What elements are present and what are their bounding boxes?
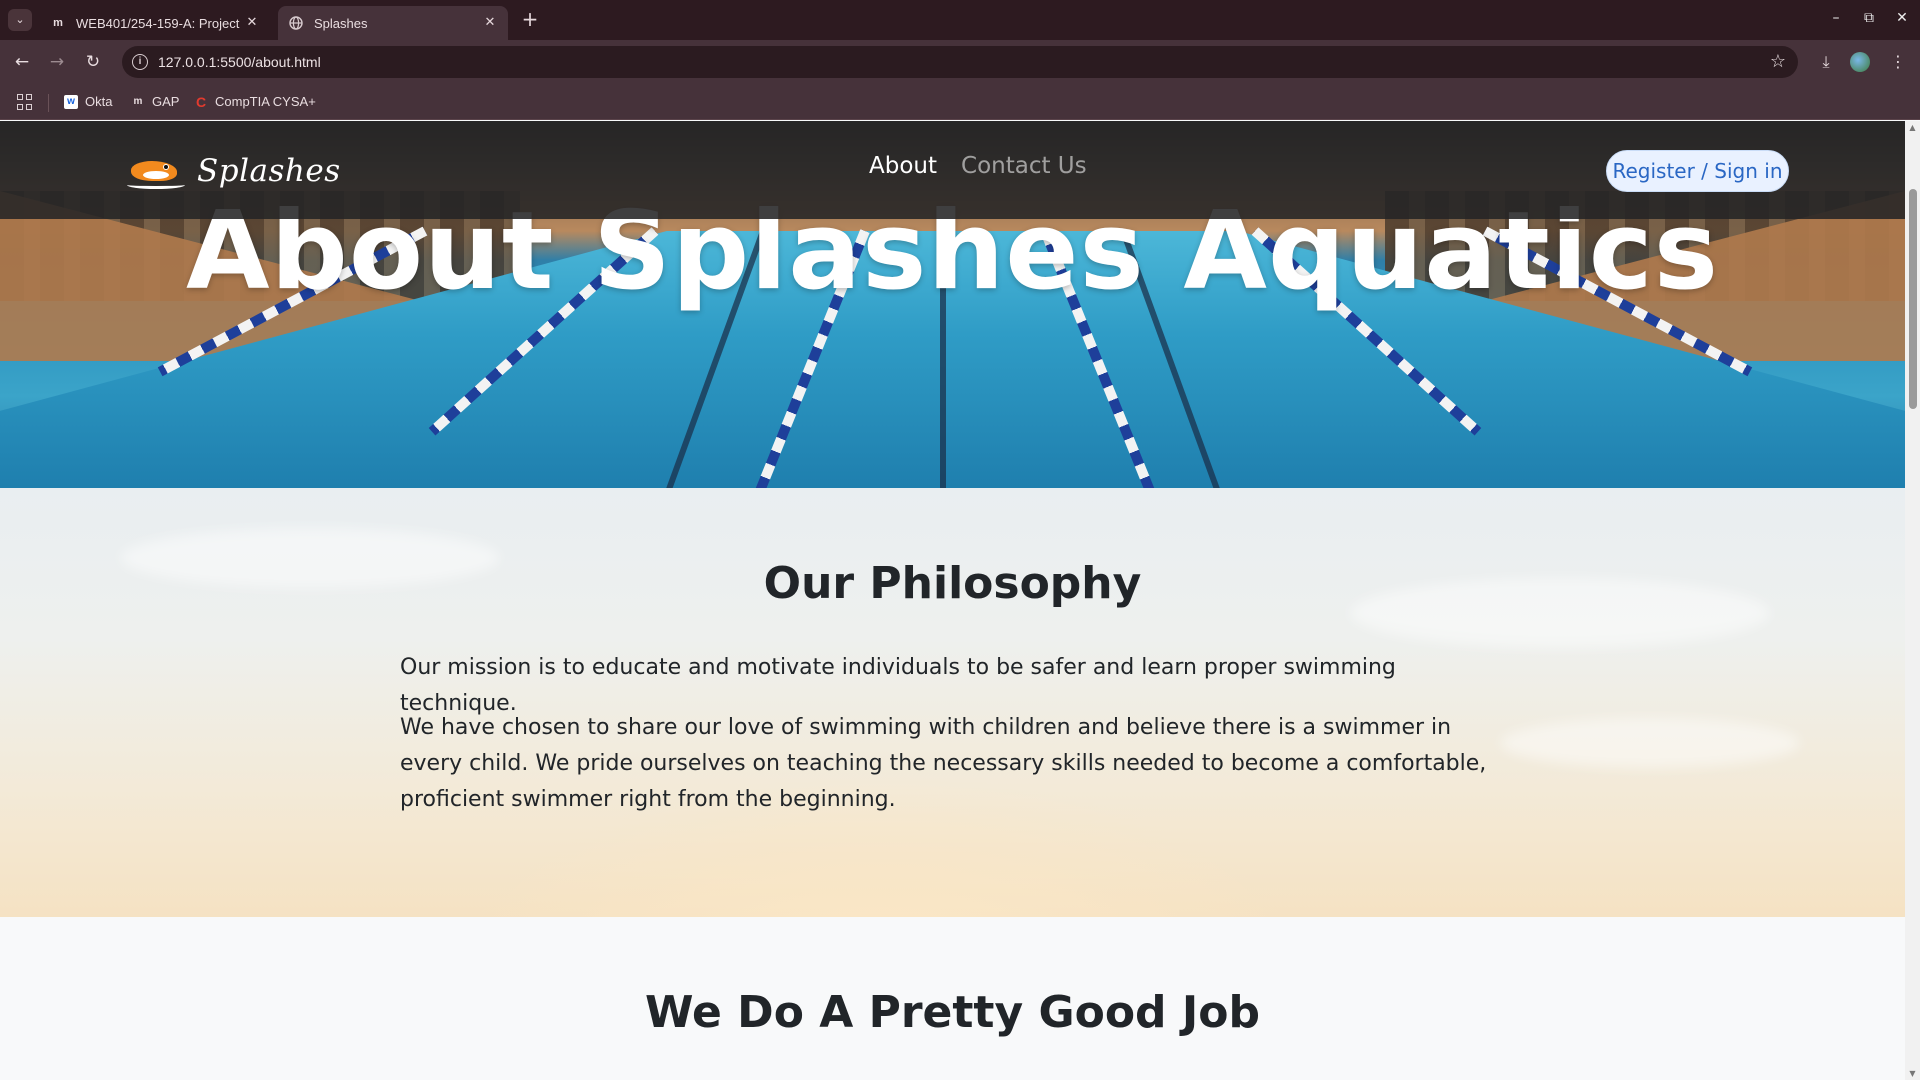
close-icon[interactable]: ✕ — [244, 15, 260, 31]
site-info-icon[interactable]: i — [132, 54, 148, 70]
bookmark-star-icon[interactable]: ☆ — [1770, 51, 1786, 72]
bookmark-separator — [48, 94, 49, 112]
site-navbar: Splashes About Contact Us Register / Sig… — [0, 121, 1905, 219]
window-close-icon[interactable]: ✕ — [1892, 10, 1912, 26]
cloud-decoration — [1500, 718, 1800, 768]
apps-grid-icon[interactable] — [17, 94, 33, 110]
brand-name: Splashes — [197, 153, 341, 189]
m-icon: m — [53, 17, 63, 29]
brand-link[interactable]: Splashes — [127, 151, 341, 191]
tab-search-button[interactable]: ⌄ — [8, 9, 32, 31]
back-icon[interactable]: ← — [11, 51, 33, 73]
tab-splashes[interactable]: Splashes ✕ — [278, 6, 508, 40]
avatar[interactable] — [1850, 52, 1870, 72]
section-title: Our Philosophy — [763, 558, 1142, 609]
new-tab-button[interactable]: + — [518, 8, 542, 32]
url-text: 127.0.0.1:5500/about.html — [158, 54, 321, 70]
nav-links: About Contact Us — [869, 153, 1087, 179]
browser-tab-strip: ⌄ m WEB401/254-159-A: Project ✕ Splashes… — [0, 0, 1920, 40]
splashes-logo-icon — [127, 151, 185, 191]
download-icon[interactable]: ⤓ — [1815, 51, 1837, 73]
bookmark-comptia[interactable]: C CompTIA CYSA+ — [194, 94, 316, 109]
close-icon[interactable]: ✕ — [482, 15, 498, 31]
reload-icon[interactable]: ↻ — [82, 51, 104, 73]
menu-kebab-icon[interactable]: ⋮ — [1887, 51, 1909, 73]
bookmark-gap[interactable]: m GAP — [131, 94, 180, 109]
scroll-down-icon[interactable]: ▼ — [1908, 1069, 1917, 1078]
scrollbar-thumb[interactable] — [1909, 189, 1917, 409]
m-icon: m — [133, 95, 143, 107]
tab-web401[interactable]: m WEB401/254-159-A: Project ✕ — [40, 6, 270, 40]
browser-toolbar: ← → ↻ i 127.0.0.1:5500/about.html ☆ ⤓ ⋮ — [0, 40, 1920, 84]
philosophy-paragraph-2: We have chosen to share our love of swim… — [400, 715, 1487, 812]
scroll-up-icon[interactable]: ▲ — [1908, 123, 1917, 132]
nav-link-contact[interactable]: Contact Us — [961, 153, 1087, 179]
bookmark-okta[interactable]: w Okta — [64, 94, 112, 109]
nav-link-about[interactable]: About — [869, 153, 937, 179]
section-title: We Do A Pretty Good Job — [645, 987, 1260, 1038]
tab-title: Splashes — [314, 15, 368, 31]
register-signin-button[interactable]: Register / Sign in — [1606, 150, 1789, 192]
page-scrollbar[interactable]: ▲ ▼ — [1905, 121, 1920, 1080]
tab-title: WEB401/254-159-A: Project — [76, 15, 240, 31]
comptia-icon: C — [195, 93, 207, 110]
philosophy-section: Our Philosophy Our mission is to educate… — [0, 488, 1905, 917]
address-bar[interactable]: i 127.0.0.1:5500/about.html ☆ — [122, 46, 1798, 78]
job-section: We Do A Pretty Good Job — [0, 917, 1905, 1080]
forward-icon[interactable]: → — [46, 51, 68, 73]
restore-icon[interactable]: ⧉ — [1859, 10, 1879, 26]
bookmark-label: Okta — [85, 94, 113, 109]
okta-icon: w — [64, 94, 78, 109]
bookmark-label: CompTIA CYSA+ — [215, 94, 316, 109]
globe-icon — [288, 15, 304, 31]
bookmarks-bar: w Okta m GAP C CompTIA CYSA+ — [0, 84, 1920, 120]
bookmark-label: GAP — [152, 94, 180, 109]
page-viewport: About Splashes Aquatics Splashes About C… — [0, 121, 1905, 1080]
minimize-icon[interactable]: – — [1826, 10, 1846, 26]
